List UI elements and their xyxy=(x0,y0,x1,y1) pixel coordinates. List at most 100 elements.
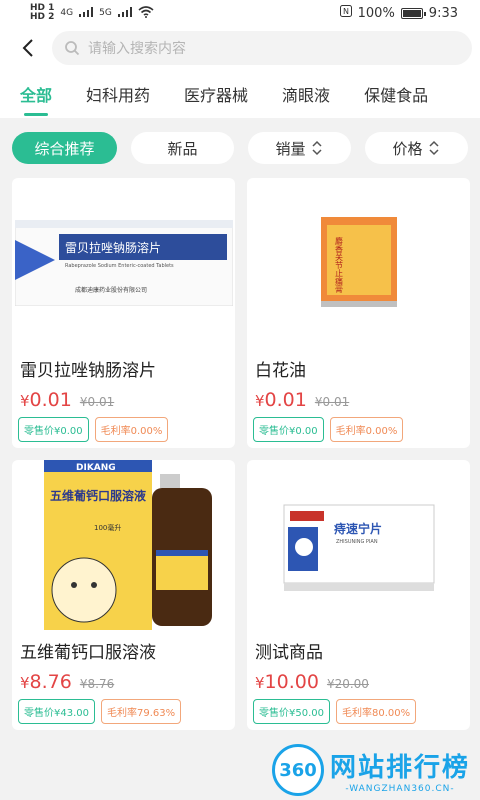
product-name: 雷贝拉唑钠肠溶片 xyxy=(20,361,156,381)
margin-tag: 毛利率80.00% xyxy=(336,699,417,724)
product-image: 雷贝拉唑钠肠溶片 Rabeprazole Sodium Enteric-coat… xyxy=(12,178,235,348)
product-image: 麝香关节止痛膏 xyxy=(247,178,470,348)
price-tags: 零售价¥0.00 毛利率0.00% xyxy=(247,417,470,442)
product-image: 痔速宁片 ZHISUNING PIAN xyxy=(247,460,470,630)
product-card[interactable]: 痔速宁片 ZHISUNING PIAN 测试商品 ¥10.00 ¥20.00 零… xyxy=(247,460,470,730)
product-name: 五维葡钙口服溶液 xyxy=(20,643,156,663)
tab-eye-drops[interactable]: 滴眼液 xyxy=(282,82,330,106)
back-button[interactable] xyxy=(16,36,40,60)
margin-tag: 毛利率79.63% xyxy=(101,699,182,724)
sim-badge-2: HD 2 xyxy=(30,12,55,22)
box-brand: DIKANG xyxy=(76,463,116,473)
search-input[interactable]: 请输入搜索内容 xyxy=(52,31,472,65)
product-image: DIKANG 五维葡钙口服溶液 100毫升 xyxy=(12,460,235,630)
filter-bar: 综合推荐 新品 销量 价格 xyxy=(0,118,480,164)
box-maker: 成都迪康药业股份有限公司 xyxy=(75,286,147,294)
clock: 9:33 xyxy=(428,5,458,21)
margin-tag: 毛利率0.00% xyxy=(94,417,169,442)
watermark-title: 网站排行榜 xyxy=(329,752,470,783)
filter-label: 综合推荐 xyxy=(34,139,95,158)
price-tags: 零售价¥0.00 毛利率0.00% xyxy=(12,417,235,442)
category-tabs: 全部 妇科用药 医疗器械 滴眼液 保健食品 xyxy=(0,70,480,118)
price-row: ¥8.76 ¥8.76 xyxy=(12,671,235,693)
product-name: 测试商品 xyxy=(255,643,323,663)
currency-symbol: ¥ xyxy=(255,674,265,692)
status-right: N 100% 9:33 xyxy=(339,5,458,21)
original-price: ¥0.01 xyxy=(79,395,115,409)
price-value: 8.76 xyxy=(29,671,72,693)
wifi-icon xyxy=(138,5,154,21)
header: 请输入搜索内容 xyxy=(0,26,480,70)
chevron-left-icon xyxy=(22,39,33,57)
tab-health-food[interactable]: 保健食品 xyxy=(364,82,428,106)
product-card[interactable]: 麝香关节止痛膏 白花油 ¥0.01 ¥0.01 零售价¥0.00 毛利率0.00… xyxy=(247,178,470,448)
box-title: 雷贝拉唑钠肠溶片 xyxy=(65,240,161,255)
medicine-box-image: DIKANG 五维葡钙口服溶液 100毫升 xyxy=(43,460,212,630)
box-subtitle: ZHISUNING PIAN xyxy=(336,539,378,545)
product-grid: 雷贝拉唑钠肠溶片 Rabeprazole Sodium Enteric-coat… xyxy=(0,164,480,730)
tab-gynecology[interactable]: 妇科用药 xyxy=(86,82,150,106)
retail-price-tag: 零售价¥0.00 xyxy=(253,417,324,442)
watermark-logo: 360 xyxy=(271,744,324,796)
box-title: 五维葡钙口服溶液 xyxy=(50,488,146,503)
network-5g: 5G xyxy=(99,8,112,18)
tab-all[interactable]: 全部 xyxy=(20,82,52,116)
margin-tag: 毛利率0.00% xyxy=(329,417,404,442)
retail-price-tag: 零售价¥0.00 xyxy=(18,417,89,442)
product-card[interactable]: 雷贝拉唑钠肠溶片 Rabeprazole Sodium Enteric-coat… xyxy=(12,178,235,448)
watermark: 360 网站排行榜 -WANGZHAN360.CN- xyxy=(271,744,470,796)
currency-symbol: ¥ xyxy=(255,392,265,410)
box-title: 痔速宁片 xyxy=(334,521,382,536)
currency-symbol: ¥ xyxy=(20,674,30,692)
filter-label: 销量 xyxy=(275,139,306,158)
price-row: ¥10.00 ¥20.00 xyxy=(247,671,470,693)
network-4g: 4G xyxy=(60,8,74,18)
price-value: 0.01 xyxy=(29,389,72,411)
signal-icon xyxy=(79,6,94,20)
price-row: ¥0.01 ¥0.01 xyxy=(247,389,470,411)
price-tags: 零售价¥43.00 毛利率79.63% xyxy=(12,699,235,724)
product-card[interactable]: DIKANG 五维葡钙口服溶液 100毫升 五维葡钙口服溶液 ¥8.76 ¥8.… xyxy=(12,460,235,730)
price-value: 0.01 xyxy=(264,389,307,411)
original-price: ¥0.01 xyxy=(314,395,350,409)
retail-price-tag: 零售价¥50.00 xyxy=(253,699,330,724)
watermark-text: 网站排行榜 -WANGZHAN360.CN- xyxy=(330,747,470,794)
current-price: ¥0.01 xyxy=(255,389,307,411)
search-placeholder: 请输入搜索内容 xyxy=(88,41,186,57)
status-left: HD 1 HD 2 4G 5G xyxy=(30,4,154,22)
current-price: ¥8.76 xyxy=(20,671,72,693)
battery-icon xyxy=(400,7,426,19)
sort-icon xyxy=(312,140,323,156)
original-price: ¥20.00 xyxy=(326,677,369,691)
box-title: 麝香关节止痛膏 xyxy=(334,236,343,294)
tab-medical-devices[interactable]: 医疗器械 xyxy=(184,82,248,106)
filter-sales[interactable]: 销量 xyxy=(247,132,351,164)
current-price: ¥10.00 xyxy=(255,671,319,693)
search-icon xyxy=(65,41,80,56)
currency-symbol: ¥ xyxy=(20,392,30,410)
signal-icon xyxy=(117,6,132,20)
filter-new[interactable]: 新品 xyxy=(130,132,234,164)
retail-price-tag: 零售价¥43.00 xyxy=(18,699,95,724)
filter-price[interactable]: 价格 xyxy=(364,132,468,164)
original-price: ¥8.76 xyxy=(79,677,115,691)
sim-badges: HD 1 HD 2 xyxy=(30,4,54,22)
filter-label: 新品 xyxy=(167,139,198,158)
watermark-url: -WANGZHAN360.CN- xyxy=(345,783,455,794)
battery-percent: 100% xyxy=(357,5,395,21)
product-name: 白花油 xyxy=(255,361,306,381)
filter-recommended[interactable]: 综合推荐 xyxy=(12,132,117,164)
status-bar: HD 1 HD 2 4G 5G N 100% 9:33 xyxy=(0,0,480,26)
sort-icon xyxy=(429,140,440,156)
current-price: ¥0.01 xyxy=(20,389,72,411)
filter-label: 价格 xyxy=(392,139,423,158)
svg-text:N: N xyxy=(343,7,349,16)
box-volume: 100毫升 xyxy=(94,523,121,532)
price-value: 10.00 xyxy=(264,671,319,693)
price-row: ¥0.01 ¥0.01 xyxy=(12,389,235,411)
price-tags: 零售价¥50.00 毛利率80.00% xyxy=(247,699,470,724)
medicine-box-image: 雷贝拉唑钠肠溶片 Rabeprazole Sodium Enteric-coat… xyxy=(14,220,233,306)
nfc-icon: N xyxy=(339,5,352,21)
medicine-box-image: 痔速宁片 ZHISUNING PIAN xyxy=(283,504,434,591)
medicine-box-image: 麝香关节止痛膏 xyxy=(320,217,397,307)
